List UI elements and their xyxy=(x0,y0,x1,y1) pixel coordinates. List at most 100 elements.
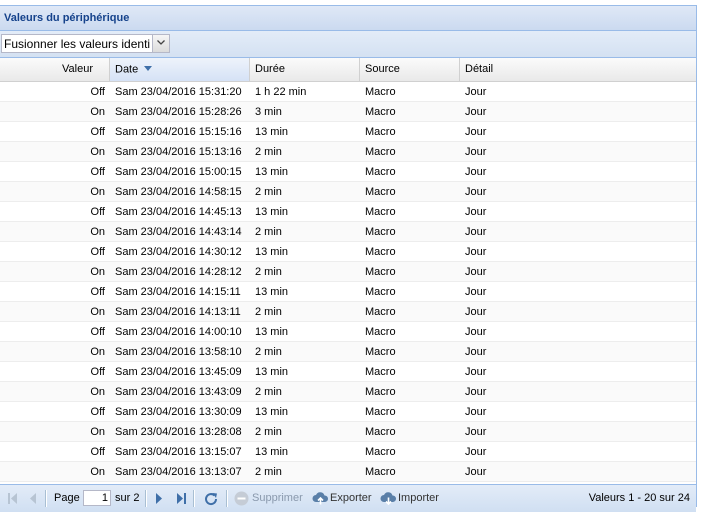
cell-source: Macro xyxy=(365,106,396,118)
column-header-source[interactable]: Source xyxy=(360,58,460,81)
cell-duree: 13 min xyxy=(255,206,289,218)
column-header-date[interactable]: Date xyxy=(110,58,250,81)
cell-date: Sam 23/04/2016 13:13:07 xyxy=(115,466,242,478)
table-row[interactable]: On Sam 23/04/2016 14:13:11 2 min Macro Jour xyxy=(0,302,696,322)
cell-detail: Jour xyxy=(465,466,487,478)
table-row[interactable]: On Sam 23/04/2016 14:28:12 2 min Macro Jour xyxy=(0,262,696,282)
cell-valeur: Off xyxy=(90,166,105,178)
combo-value: Fusionner les valeurs identi xyxy=(4,37,151,51)
cell-source: Macro xyxy=(365,306,396,318)
cell-date: Sam 23/04/2016 13:28:08 xyxy=(115,426,242,438)
cell-source: Macro xyxy=(365,206,396,218)
cell-valeur: On xyxy=(90,426,105,438)
cell-detail: Jour xyxy=(465,346,487,358)
cell-detail: Jour xyxy=(465,206,487,218)
table-row[interactable]: On Sam 23/04/2016 14:58:15 2 min Macro Jour xyxy=(0,182,696,202)
table-row[interactable]: Off Sam 23/04/2016 14:45:13 13 min Macro Jou… xyxy=(0,202,696,222)
table-row[interactable]: On Sam 23/04/2016 14:43:14 2 min Macro Jour xyxy=(0,222,696,242)
cell-source: Macro xyxy=(365,346,396,358)
column-headers: Valeur Date Durée Source Détail xyxy=(0,58,696,82)
cell-duree: 13 min xyxy=(255,126,289,138)
cell-date: Sam 23/04/2016 14:15:11 xyxy=(115,286,241,298)
column-header-valeur[interactable]: Valeur xyxy=(0,58,110,81)
cell-valeur: Off xyxy=(90,366,105,378)
last-page-icon[interactable] xyxy=(175,492,187,508)
table-row[interactable]: On Sam 23/04/2016 15:13:16 2 min Macro Jour xyxy=(0,142,696,162)
cell-date: Sam 23/04/2016 14:58:15 xyxy=(115,186,242,198)
table-row[interactable]: Off Sam 23/04/2016 15:31:20 1 h 22 min Macr… xyxy=(0,82,696,102)
cell-duree: 2 min xyxy=(255,226,282,238)
cell-detail: Jour xyxy=(465,126,487,138)
cell-date: Sam 23/04/2016 13:58:10 xyxy=(115,346,242,358)
column-header-duree[interactable]: Durée xyxy=(250,58,360,81)
table-row[interactable]: Off Sam 23/04/2016 14:30:12 13 min Macro Jou… xyxy=(0,242,696,262)
cell-date: Sam 23/04/2016 14:13:11 xyxy=(115,306,241,318)
sort-desc-icon xyxy=(144,58,153,81)
cell-source: Macro xyxy=(365,326,396,338)
table-row[interactable]: Off Sam 23/04/2016 15:15:16 13 min Macro Jou… xyxy=(0,122,696,142)
cell-valeur: Off xyxy=(90,206,105,218)
cell-date: Sam 23/04/2016 13:15:07 xyxy=(115,446,242,458)
table-row[interactable]: On Sam 23/04/2016 13:13:07 2 min Macro Jour xyxy=(0,462,696,482)
table-row[interactable]: On Sam 23/04/2016 13:43:09 2 min Macro Jour xyxy=(0,382,696,402)
cell-detail: Jour xyxy=(465,306,487,318)
top-toolbar: Fusionner les valeurs identi xyxy=(0,31,696,58)
table-row[interactable]: On Sam 23/04/2016 15:28:26 3 min Macro Jour xyxy=(0,102,696,122)
cell-source: Macro xyxy=(365,426,396,438)
refresh-icon[interactable] xyxy=(203,491,219,510)
cell-valeur: On xyxy=(90,386,105,398)
cell-source: Macro xyxy=(365,466,396,478)
chevron-down-icon[interactable] xyxy=(152,35,169,52)
cell-valeur: Off xyxy=(90,86,105,98)
table-row[interactable]: Off Sam 23/04/2016 13:45:09 13 min Macro Jou… xyxy=(0,362,696,382)
values-grid-body: Off Sam 23/04/2016 15:31:20 1 h 22 min Macr… xyxy=(0,82,696,484)
cell-valeur: On xyxy=(90,226,105,238)
cell-date: Sam 23/04/2016 14:00:10 xyxy=(115,326,242,338)
cell-duree: 3 min xyxy=(255,106,282,118)
page-label: Page xyxy=(54,492,80,504)
cell-detail: Jour xyxy=(465,146,487,158)
cell-duree: 2 min xyxy=(255,266,282,278)
cell-detail: Jour xyxy=(465,406,487,418)
cell-source: Macro xyxy=(365,386,396,398)
table-row[interactable]: Off Sam 23/04/2016 13:30:09 13 min Macro Jou… xyxy=(0,402,696,422)
cell-duree: 13 min xyxy=(255,446,289,458)
cell-duree: 13 min xyxy=(255,286,289,298)
cell-duree: 2 min xyxy=(255,346,282,358)
cell-detail: Jour xyxy=(465,266,487,278)
cell-date: Sam 23/04/2016 15:13:16 xyxy=(115,146,242,158)
cell-valeur: On xyxy=(90,146,105,158)
cell-source: Macro xyxy=(365,406,396,418)
next-page-icon[interactable] xyxy=(154,492,164,508)
cell-valeur: Off xyxy=(90,286,105,298)
cell-valeur: On xyxy=(90,266,105,278)
merge-values-combo[interactable]: Fusionner les valeurs identi xyxy=(1,34,170,53)
table-row[interactable]: Off Sam 23/04/2016 15:00:15 13 min Macro Jou… xyxy=(0,162,696,182)
table-row[interactable]: Off Sam 23/04/2016 14:00:10 13 min Macro Jou… xyxy=(0,322,696,342)
cell-valeur: On xyxy=(90,186,105,198)
cell-date: Sam 23/04/2016 13:43:09 xyxy=(115,386,242,398)
cell-date: Sam 23/04/2016 14:45:13 xyxy=(115,206,242,218)
table-row[interactable]: Off Sam 23/04/2016 13:15:07 13 min Macro Jou… xyxy=(0,442,696,462)
table-row[interactable]: Off Sam 23/04/2016 14:15:11 13 min Macro Jou… xyxy=(0,282,696,302)
cell-valeur: On xyxy=(90,306,105,318)
cell-valeur: Off xyxy=(90,326,105,338)
cell-source: Macro xyxy=(365,226,396,238)
paging-toolbar: Page 1 sur 2 Supprimer Exporter Importer… xyxy=(0,484,696,512)
column-header-detail[interactable]: Détail xyxy=(460,58,696,81)
first-page-icon[interactable] xyxy=(7,492,19,508)
page-number-input[interactable]: 1 xyxy=(83,490,111,506)
cell-date: Sam 23/04/2016 15:31:20 xyxy=(115,86,242,98)
table-row[interactable]: On Sam 23/04/2016 13:28:08 2 min Macro Jour xyxy=(0,422,696,442)
cell-duree: 13 min xyxy=(255,166,289,178)
cell-source: Macro xyxy=(365,86,396,98)
cell-valeur: On xyxy=(90,466,105,478)
cell-source: Macro xyxy=(365,186,396,198)
prev-page-icon[interactable] xyxy=(28,492,38,508)
cell-valeur: Off xyxy=(90,406,105,418)
cell-duree: 2 min xyxy=(255,466,282,478)
cell-valeur: On xyxy=(90,346,105,358)
table-row[interactable]: On Sam 23/04/2016 13:58:10 2 min Macro Jour xyxy=(0,342,696,362)
cell-duree: 2 min xyxy=(255,426,282,438)
cell-valeur: Off xyxy=(90,126,105,138)
